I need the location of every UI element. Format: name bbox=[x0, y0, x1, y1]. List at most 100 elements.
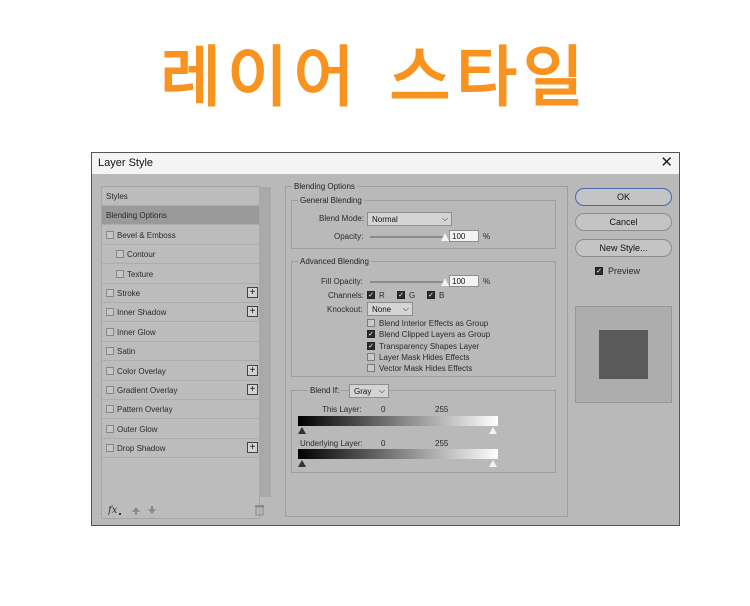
style-list-item[interactable]: Pattern Overlay bbox=[102, 400, 260, 420]
add-effect-icon[interactable]: + bbox=[247, 306, 258, 318]
style-list-item[interactable]: Gradient Overlay + bbox=[102, 381, 260, 400]
advanced-option-label: Vector Mask Hides Effects bbox=[379, 364, 473, 374]
style-checkbox[interactable] bbox=[106, 327, 114, 336]
style-list-item[interactable]: Contour bbox=[102, 245, 260, 265]
opacity-slider-track[interactable] bbox=[370, 236, 445, 238]
arrow-up-icon[interactable] bbox=[132, 507, 140, 515]
style-checkbox[interactable] bbox=[106, 424, 114, 433]
style-list-item[interactable]: Satin bbox=[102, 342, 260, 362]
trash-icon[interactable] bbox=[255, 505, 264, 516]
page-headline: 레이어 스타일 bbox=[160, 39, 590, 116]
style-list-item-label: Color Overlay bbox=[117, 366, 166, 376]
fill-opacity-percent: % bbox=[483, 277, 491, 286]
style-list-item[interactable]: Bevel & Emboss bbox=[102, 226, 260, 245]
style-list-item[interactable]: Outer Glow bbox=[102, 420, 260, 439]
style-checkbox[interactable] bbox=[106, 405, 114, 414]
style-list-item-label: Bevel & Emboss bbox=[117, 230, 176, 240]
underlying-layer-low: 0 bbox=[381, 439, 386, 448]
channel-label: G bbox=[409, 291, 416, 300]
channels-label: Channels: bbox=[328, 291, 365, 300]
style-list-item[interactable]: Texture bbox=[102, 265, 260, 284]
advanced-option-checkbox[interactable] bbox=[367, 352, 375, 361]
style-list-item[interactable]: Drop Shadow + bbox=[102, 439, 260, 459]
knockout-select[interactable]: None ⌵ bbox=[367, 302, 413, 316]
style-list: Styles Blending Options Bevel & Emboss Cont… bbox=[101, 186, 260, 519]
blend-mode-label: Blend Mode: bbox=[319, 214, 364, 223]
advanced-option-checkbox[interactable]: ✓ bbox=[367, 341, 375, 350]
style-list-item-label: Texture bbox=[127, 269, 154, 279]
channel-checkbox[interactable]: ✓ bbox=[397, 291, 405, 299]
cancel-button[interactable]: Cancel bbox=[575, 213, 672, 231]
this-layer-black-slider[interactable] bbox=[298, 427, 306, 434]
dialog-title: Layer Style bbox=[98, 157, 154, 169]
blending-options-title: Blending Options bbox=[292, 182, 357, 191]
style-list-item[interactable]: Styles bbox=[102, 187, 260, 206]
style-list-item-label: Inner Glow bbox=[117, 327, 156, 337]
knockout-label: Knockout: bbox=[327, 305, 363, 314]
style-list-scrollbar[interactable] bbox=[259, 187, 271, 497]
advanced-option-checkbox[interactable]: ✓ bbox=[367, 330, 375, 339]
style-list-item-label: Pattern Overlay bbox=[117, 405, 173, 415]
ok-button[interactable]: OK bbox=[575, 188, 672, 206]
add-effect-icon[interactable]: + bbox=[247, 287, 258, 298]
style-checkbox[interactable] bbox=[106, 386, 114, 394]
fill-opacity-label: Fill Opacity: bbox=[321, 277, 363, 286]
advanced-option-label: Transparency Shapes Layer bbox=[379, 341, 480, 351]
knockout-value: None bbox=[372, 305, 392, 314]
style-list-item[interactable]: Inner Glow bbox=[102, 323, 260, 342]
style-checkbox[interactable] bbox=[106, 308, 114, 317]
style-checkbox[interactable] bbox=[116, 250, 124, 259]
opacity-slider-thumb[interactable] bbox=[441, 233, 449, 241]
style-list-item[interactable]: Blending Options bbox=[102, 206, 260, 226]
close-icon[interactable]: ✕ bbox=[660, 154, 673, 172]
layer-style-dialog: Layer Style ✕ Styles Blending Options Beve… bbox=[91, 152, 680, 526]
chevron-down-icon: ⌵ bbox=[378, 386, 385, 395]
style-checkbox[interactable] bbox=[106, 289, 114, 297]
this-layer-label: This Layer: bbox=[322, 405, 362, 414]
style-checkbox[interactable] bbox=[116, 269, 124, 278]
advanced-option-checkbox[interactable] bbox=[367, 364, 375, 373]
underlying-layer-label: Underlying Layer: bbox=[300, 439, 363, 448]
blend-mode-select[interactable]: Normal ⌵ bbox=[367, 212, 452, 226]
new-style-button[interactable]: New Style... bbox=[575, 239, 672, 257]
preview-thumbnail bbox=[575, 306, 672, 403]
style-list-item[interactable]: Color Overlay + bbox=[102, 362, 260, 381]
chevron-down-icon: ⌵ bbox=[402, 304, 409, 313]
style-list-item-label: Styles bbox=[106, 192, 128, 201]
underlying-layer-ramp bbox=[298, 449, 498, 459]
style-checkbox[interactable] bbox=[106, 347, 114, 356]
add-effect-icon[interactable]: + bbox=[247, 384, 258, 395]
underlying-layer-black-slider[interactable] bbox=[298, 460, 306, 467]
this-layer-high: 255 bbox=[435, 405, 449, 414]
style-list-item-label: Stroke bbox=[117, 289, 141, 298]
fill-opacity-input[interactable]: 100 bbox=[449, 275, 479, 287]
style-list-item[interactable]: Inner Shadow + bbox=[102, 303, 260, 323]
advanced-option-checkbox[interactable] bbox=[367, 319, 375, 327]
this-layer-white-slider[interactable] bbox=[489, 427, 497, 434]
style-checkbox[interactable] bbox=[106, 230, 114, 239]
style-checkbox[interactable] bbox=[106, 366, 114, 375]
style-list-item[interactable]: Stroke + bbox=[102, 284, 260, 303]
style-list-item-label: Satin bbox=[117, 347, 136, 357]
channel-checkbox[interactable]: ✓ bbox=[367, 291, 375, 299]
style-list-item-label: Inner Shadow bbox=[117, 308, 167, 318]
opacity-percent: % bbox=[483, 232, 491, 241]
dialog-titlebar: Layer Style ✕ bbox=[92, 153, 679, 175]
add-effect-icon[interactable]: + bbox=[247, 442, 258, 454]
advanced-option-label: Blend Clipped Layers as Group bbox=[379, 330, 491, 340]
blend-if-select[interactable]: Gray ⌵ bbox=[349, 384, 389, 398]
fill-opacity-slider-thumb[interactable] bbox=[441, 278, 449, 286]
fx-icon[interactable]: fx bbox=[107, 505, 121, 516]
preview-checkbox[interactable]: ✓ bbox=[595, 267, 603, 275]
style-list-item-label: Gradient Overlay bbox=[117, 386, 178, 395]
arrow-down-icon[interactable] bbox=[148, 506, 156, 514]
opacity-input[interactable]: 100 bbox=[449, 230, 479, 242]
underlying-layer-white-slider[interactable] bbox=[489, 460, 497, 467]
channel-checkbox[interactable]: ✓ bbox=[427, 291, 435, 299]
style-list-item-label: Blending Options bbox=[106, 211, 167, 221]
fill-opacity-slider-track[interactable] bbox=[370, 281, 445, 283]
add-effect-icon[interactable]: + bbox=[247, 364, 258, 376]
svg-text:fx: fx bbox=[108, 505, 118, 516]
style-checkbox[interactable] bbox=[106, 444, 114, 453]
preview-swatch bbox=[599, 330, 648, 379]
